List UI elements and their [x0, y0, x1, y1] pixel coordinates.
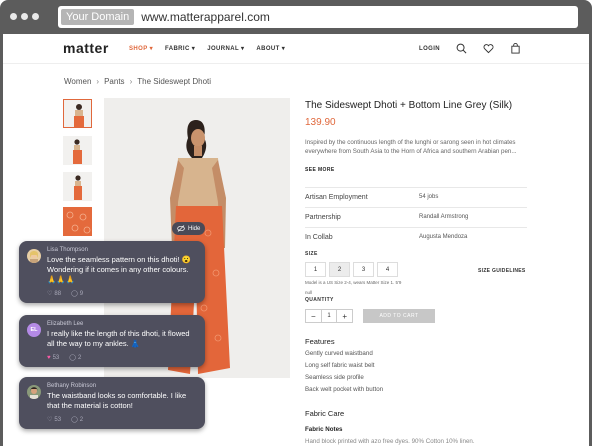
- size-option-selected[interactable]: 2: [329, 262, 350, 277]
- heart-icon[interactable]: [483, 43, 494, 54]
- size-option[interactable]: 3: [353, 262, 374, 277]
- breadcrumb-women[interactable]: Women: [64, 77, 91, 86]
- comment-author: Elizabeth Lee: [47, 321, 84, 327]
- fabric-care-heading[interactable]: Fabric Care: [305, 409, 344, 418]
- attribute-row: In Collab Augusta Mendoza: [305, 227, 527, 247]
- product-thumbnail[interactable]: [63, 136, 92, 165]
- size-label: SIZE: [305, 251, 318, 257]
- nav-actions: LOGIN: [419, 43, 521, 54]
- speech-bubble-icon: ◯: [71, 417, 78, 423]
- browser-chrome: Your Domain www.matterapparel.com: [0, 0, 592, 34]
- quantity-stepper: − 1 +: [305, 309, 353, 323]
- heart-filled-icon: ♥: [47, 354, 51, 361]
- size-selector: 1 2 3 4: [305, 262, 398, 277]
- attribute-key: Artisan Employment: [305, 194, 368, 201]
- speech-bubble-icon: ◯: [71, 291, 78, 297]
- comment-text: The waistband looks so comfortable. I li…: [47, 391, 187, 410]
- like-button[interactable]: ♡ 88: [47, 290, 61, 298]
- url-text[interactable]: www.matterapparel.com: [141, 10, 270, 24]
- attribute-value: Augusta Mendoza: [419, 234, 468, 240]
- product-price: 139.90: [305, 117, 336, 128]
- comment-card: EL Elizabeth Lee I really like the lengt…: [19, 315, 205, 367]
- address-bar[interactable]: Your Domain www.matterapparel.com: [58, 6, 578, 28]
- top-nav: matter SHOP ▾ FABRIC ▾ JOURNAL ▾ ABOUT ▾…: [3, 34, 589, 64]
- product-description: Inspired by the continuous length of the…: [305, 139, 517, 155]
- reply-button[interactable]: ◯ 9: [71, 290, 83, 298]
- fabric-notes-heading: Fabric Notes: [305, 426, 343, 433]
- model-note: Model is a US Size 2-4, wears Matter Siz…: [305, 280, 402, 285]
- size-guidelines-link[interactable]: SIZE GUIDELINES: [478, 268, 526, 274]
- attribute-key: Partnership: [305, 214, 341, 221]
- menu-journal[interactable]: JOURNAL ▾: [207, 45, 244, 52]
- heart-icon: ♡: [47, 417, 53, 423]
- avatar: [27, 385, 41, 399]
- search-icon[interactable]: [456, 43, 467, 54]
- window-dot[interactable]: [10, 13, 17, 20]
- comment-card: Lisa Thompson Love the seamless pattern …: [19, 241, 205, 303]
- size-option[interactable]: 1: [305, 262, 326, 277]
- stock-note: null: [305, 290, 313, 295]
- login-link[interactable]: LOGIN: [419, 46, 440, 52]
- comment-meta: ♡ 88 ◯ 9: [47, 290, 197, 298]
- main-menu: SHOP ▾ FABRIC ▾ JOURNAL ▾ ABOUT ▾: [129, 45, 285, 52]
- attribute-value: 54 jobs: [419, 194, 439, 200]
- attribute-row: Artisan Employment 54 jobs: [305, 187, 527, 207]
- product-thumbnail[interactable]: [63, 207, 92, 236]
- quantity-value[interactable]: 1: [320, 310, 338, 322]
- comment-author: Lisa Thompson: [47, 247, 88, 253]
- feature-item: Long self fabric waist belt: [305, 362, 375, 369]
- window-dot[interactable]: [32, 13, 39, 20]
- feature-item: Back welt pocket with button: [305, 386, 384, 393]
- brand-logo[interactable]: matter: [63, 40, 109, 56]
- heart-icon: ♡: [47, 291, 53, 297]
- see-more-link[interactable]: SEE MORE: [305, 167, 335, 173]
- frame-border: [0, 34, 3, 446]
- window-dot[interactable]: [21, 13, 28, 20]
- chevron-right-icon: ›: [129, 77, 133, 86]
- product-thumbnail[interactable]: [63, 99, 92, 128]
- minus-icon[interactable]: −: [306, 310, 321, 322]
- features-list: Gently curved waistband Long self fabric…: [305, 350, 383, 398]
- fabric-notes-text: Hand block printed with azo free dyes. 9…: [305, 438, 475, 445]
- speech-bubble-icon: ◯: [69, 355, 76, 361]
- avatar: EL: [27, 323, 41, 337]
- breadcrumb-pants[interactable]: Pants: [104, 77, 124, 86]
- comment-text: I really like the length of this dhoti, …: [47, 329, 190, 348]
- hide-comments-button[interactable]: Hide: [172, 222, 206, 235]
- avatar-initials: EL: [30, 327, 38, 333]
- eye-off-icon: [177, 225, 185, 232]
- size-option[interactable]: 4: [377, 262, 398, 277]
- features-heading: Features: [305, 337, 335, 346]
- quantity-label: QUANTITY: [305, 297, 334, 303]
- attribute-row: Partnership Randall Armstrong: [305, 207, 527, 227]
- menu-shop[interactable]: SHOP ▾: [129, 45, 153, 52]
- bag-icon[interactable]: [510, 43, 521, 54]
- domain-chip: Your Domain: [61, 9, 135, 25]
- comment-meta: ♡ 53 ◯ 2: [47, 416, 197, 424]
- like-button[interactable]: ♡ 53: [47, 416, 61, 424]
- window-controls: [10, 13, 39, 20]
- product-thumbnail[interactable]: [63, 172, 92, 201]
- menu-fabric[interactable]: FABRIC ▾: [165, 45, 195, 52]
- menu-about[interactable]: ABOUT ▾: [256, 45, 285, 52]
- plus-icon[interactable]: +: [337, 310, 352, 322]
- product-title: The Sideswept Dhoti + Bottom Line Grey (…: [305, 100, 513, 111]
- reply-button[interactable]: ◯ 2: [69, 354, 81, 362]
- attribute-key: In Collab: [305, 234, 333, 241]
- hide-label: Hide: [188, 225, 201, 232]
- comment-meta: ♥ 53 ◯ 2: [47, 354, 197, 362]
- comment-card: Bethany Robinson The waistband looks so …: [19, 377, 205, 429]
- add-to-cart-button[interactable]: ADD TO CART: [363, 309, 435, 323]
- breadcrumb-current: The Sideswept Dhoti: [137, 77, 212, 86]
- feature-item: Seamless side profile: [305, 374, 364, 381]
- feature-item: Gently curved waistband: [305, 350, 373, 357]
- avatar: [27, 249, 41, 263]
- like-button[interactable]: ♥ 53: [47, 355, 59, 361]
- breadcrumb: Women › Pants › The Sideswept Dhoti: [64, 77, 211, 86]
- reply-button[interactable]: ◯ 2: [71, 416, 83, 424]
- attribute-value: Randall Armstrong: [419, 214, 469, 220]
- comment-text: Love the seamless pattern on this dhoti!…: [47, 255, 192, 284]
- comment-author: Bethany Robinson: [47, 383, 97, 389]
- chevron-right-icon: ›: [96, 77, 100, 86]
